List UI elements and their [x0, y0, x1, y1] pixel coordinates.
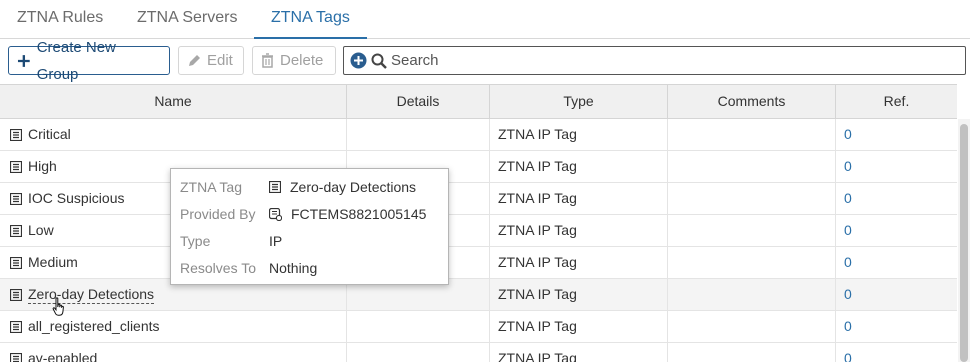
tooltip-row-resolves-to: Resolves To Nothing — [180, 257, 317, 279]
type-cell: ZTNA IP Tag — [490, 119, 668, 150]
type-cell: ZTNA IP Tag — [490, 151, 668, 182]
comments-cell — [668, 183, 836, 214]
comments-cell — [668, 279, 836, 310]
search-icon — [371, 53, 387, 69]
ref-count-link[interactable]: 0 — [836, 151, 957, 182]
column-header-details[interactable]: Details — [347, 85, 490, 119]
row-name[interactable]: Zero-day Detections — [28, 286, 155, 304]
row-name: all_registered_clients — [28, 318, 160, 334]
ztna-tags-table: Name Details Type Comments Ref. Critical… — [0, 84, 970, 362]
plus-icon — [17, 54, 30, 67]
edit-label: Edit — [207, 52, 233, 69]
table-row[interactable]: av-enabled ZTNA IP Tag 0 — [0, 343, 957, 362]
tooltip-label: Provided By — [180, 206, 256, 222]
tag-list-icon — [10, 320, 22, 333]
tag-list-icon — [10, 160, 22, 173]
details-cell — [347, 119, 490, 150]
name-cell: Critical — [0, 119, 347, 150]
tag-list-icon — [10, 224, 22, 237]
vertical-scrollbar[interactable] — [958, 119, 970, 362]
tooltip-row-type: Type IP — [180, 230, 282, 252]
row-name: IOC Suspicious — [28, 190, 125, 206]
toolbar: Create New Group Edit Delete — [0, 39, 970, 83]
tooltip-row-tag: ZTNA Tag Zero-day Detections — [180, 176, 416, 198]
name-cell: av-enabled — [0, 343, 347, 362]
table-row[interactable]: High ZTNA IP Tag 0 — [0, 151, 957, 183]
tag-list-icon — [10, 256, 22, 269]
row-name: Critical — [28, 126, 71, 142]
tooltip-value-text: Zero-day Detections — [290, 179, 417, 195]
tooltip-label: ZTNA Tag — [180, 179, 242, 195]
edit-button[interactable]: Edit — [178, 46, 244, 75]
tooltip-label: Resolves To — [180, 260, 257, 276]
type-cell: ZTNA IP Tag — [490, 215, 668, 246]
comments-cell — [668, 215, 836, 246]
ems-server-icon — [269, 207, 282, 221]
type-cell: ZTNA IP Tag — [490, 343, 668, 362]
ref-count-link[interactable]: 0 — [836, 215, 957, 246]
pencil-icon — [189, 54, 200, 66]
tooltip-label: Type — [180, 233, 211, 249]
tooltip-value-text: IP — [269, 233, 283, 249]
ref-count-link[interactable]: 0 — [836, 183, 957, 214]
table-header: Name Details Type Comments Ref. — [0, 84, 957, 119]
ref-count-link[interactable]: 0 — [836, 343, 957, 362]
scrollbar-thumb[interactable] — [960, 124, 968, 362]
details-cell — [347, 311, 490, 342]
column-header-comments[interactable]: Comments — [668, 85, 836, 119]
type-cell: ZTNA IP Tag — [490, 183, 668, 214]
type-cell: ZTNA IP Tag — [490, 279, 668, 310]
table-row[interactable]: Zero-day Detections ZTNA IP Tag 0 — [0, 279, 957, 311]
column-header-ref[interactable]: Ref. — [836, 85, 957, 119]
row-name: av-enabled — [28, 350, 98, 362]
column-header-name[interactable]: Name — [0, 85, 347, 119]
type-cell: ZTNA IP Tag — [490, 247, 668, 278]
search-box[interactable] — [343, 46, 966, 75]
tag-list-icon — [10, 128, 22, 141]
table-row[interactable]: Low ZTNA IP Tag 0 — [0, 215, 957, 247]
tooltip-value: FCTEMS8821005145 — [269, 203, 426, 225]
table-row[interactable]: IOC Suspicious ZTNA IP Tag 0 — [0, 183, 957, 215]
tag-list-icon — [10, 288, 22, 301]
table-row[interactable]: all_registered_clients ZTNA IP Tag 0 — [0, 311, 957, 343]
tooltip-row-provided-by: Provided By FCTEMS8821005145 — [180, 203, 426, 225]
row-name: Medium — [28, 254, 78, 270]
trash-icon — [262, 53, 273, 68]
tab-ztna-tags[interactable]: ZTNA Tags — [254, 0, 367, 39]
ref-count-link[interactable]: 0 — [836, 279, 957, 310]
add-filter-icon[interactable] — [350, 52, 367, 69]
tag-details-tooltip: ZTNA Tag Zero-day Detections Provided By… — [170, 168, 449, 285]
row-name: Low — [28, 222, 54, 238]
comments-cell — [668, 247, 836, 278]
row-name: High — [28, 158, 57, 174]
tag-list-icon — [269, 181, 281, 193]
create-new-group-label: Create New Group — [36, 38, 116, 83]
tag-list-icon — [10, 352, 22, 362]
tooltip-value: Zero-day Detections — [269, 176, 416, 198]
tag-list-icon — [10, 192, 22, 205]
delete-button[interactable]: Delete — [252, 46, 336, 75]
table-row[interactable]: Medium ZTNA IP Tag 0 — [0, 247, 957, 279]
column-header-type[interactable]: Type — [490, 85, 668, 119]
ref-count-link[interactable]: 0 — [836, 311, 957, 342]
hand-cursor-icon — [52, 297, 64, 316]
ref-count-link[interactable]: 0 — [836, 247, 957, 278]
comments-cell — [668, 151, 836, 182]
comments-cell — [668, 311, 836, 342]
tooltip-value-text: Nothing — [269, 260, 318, 276]
comments-cell — [668, 343, 836, 362]
create-new-group-button[interactable]: Create New Group — [8, 39, 170, 83]
table-row[interactable]: Critical ZTNA IP Tag 0 — [0, 119, 957, 151]
type-cell: ZTNA IP Tag — [490, 311, 668, 342]
comments-cell — [668, 119, 836, 150]
search-input[interactable] — [391, 48, 965, 73]
ref-count-link[interactable]: 0 — [836, 119, 957, 150]
delete-label: Delete — [280, 52, 324, 69]
tooltip-value-text: FCTEMS8821005145 — [291, 206, 427, 222]
details-cell — [347, 343, 490, 362]
